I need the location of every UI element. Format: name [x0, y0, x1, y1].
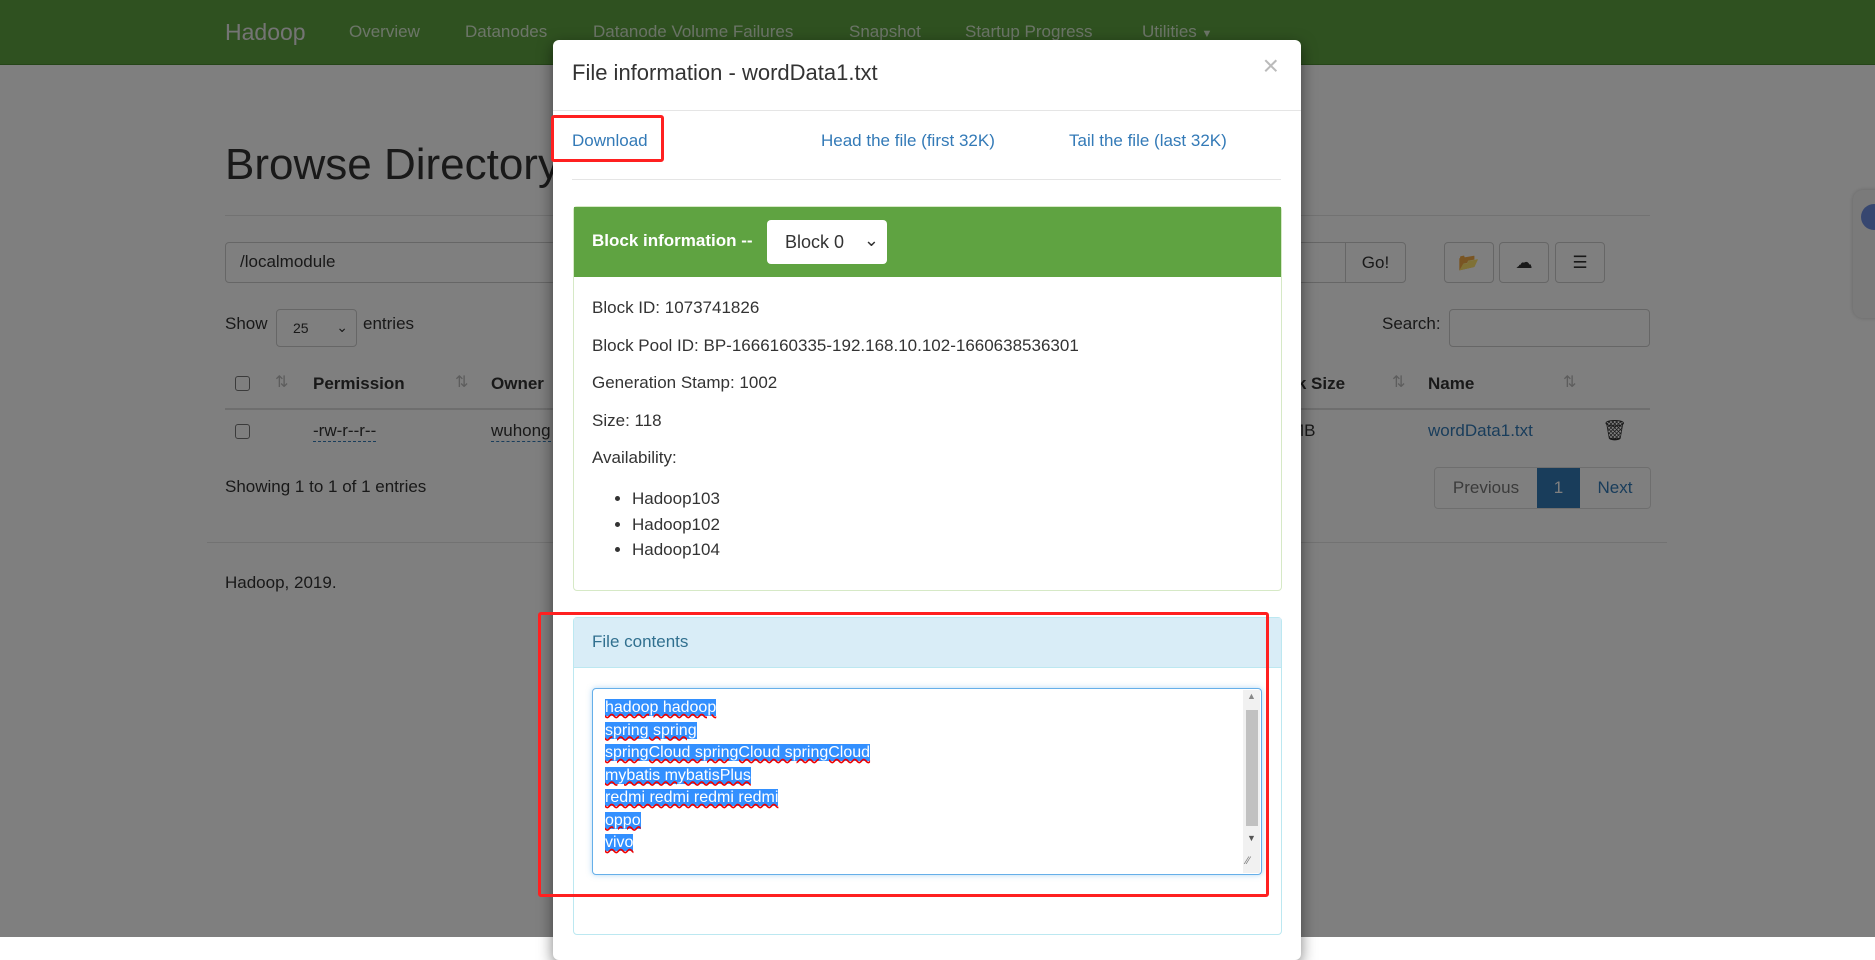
- block-info-panel: Block information -- Block 0 ⌄ Block ID: …: [573, 206, 1282, 591]
- block-size: Size: 118: [592, 411, 662, 430]
- block-select-value: Block 0: [785, 232, 845, 252]
- availability-label: Availability:: [592, 448, 677, 467]
- chevron-down-icon: ⌄: [863, 230, 879, 250]
- datanode-item: Hadoop103: [632, 486, 720, 512]
- divider: [572, 179, 1281, 180]
- close-icon[interactable]: ×: [1263, 50, 1279, 82]
- block-id: Block ID: 1073741826: [592, 298, 760, 317]
- datanode-item: Hadoop102: [632, 512, 720, 538]
- highlight-box-file-contents: [538, 612, 1269, 897]
- modal-header-border: [553, 110, 1301, 111]
- block-info-heading: Block information -- Block 0 ⌄: [574, 207, 1281, 277]
- tail-file-link[interactable]: Tail the file (last 32K): [1069, 131, 1227, 151]
- modal-title: File information - wordData1.txt: [572, 60, 878, 85]
- highlight-box-download: [551, 115, 664, 162]
- block-info-label: Block information --: [592, 231, 753, 250]
- availability-list: Hadoop103 Hadoop102 Hadoop104: [632, 486, 720, 563]
- block-pool-id: Block Pool ID: BP-1666160335-192.168.10.…: [592, 336, 1079, 355]
- file-info-modal: File information - wordData1.txt × Downl…: [538, 40, 1301, 960]
- head-file-link[interactable]: Head the file (first 32K): [821, 131, 995, 151]
- generation-stamp: Generation Stamp: 1002: [592, 373, 778, 392]
- block-select[interactable]: Block 0 ⌄: [767, 220, 887, 264]
- datanode-item: Hadoop104: [632, 537, 720, 563]
